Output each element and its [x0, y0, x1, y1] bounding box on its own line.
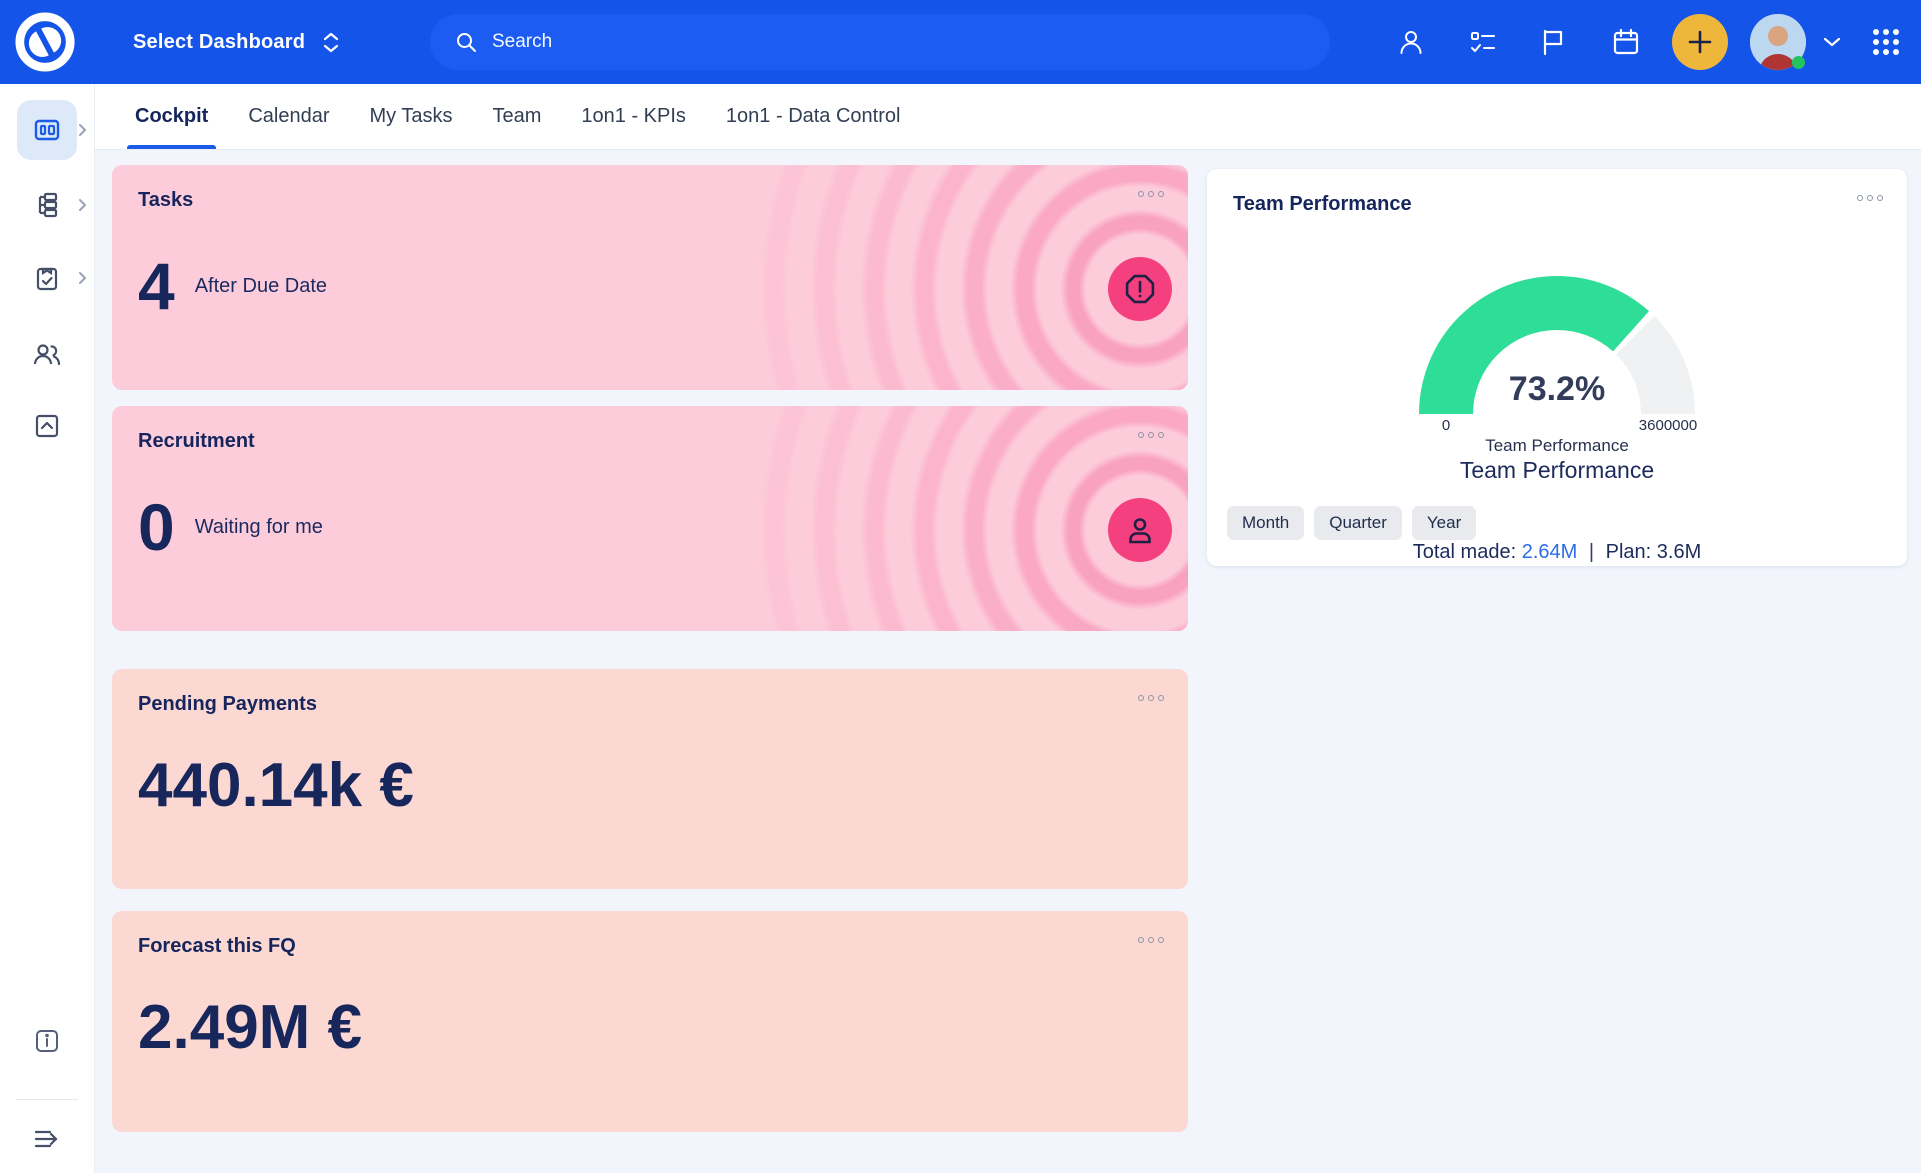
alert-octagon-icon — [1123, 272, 1157, 306]
apps-grid-icon[interactable] — [1862, 0, 1910, 84]
gauge-percent: 73.2% — [1508, 370, 1606, 408]
recruitment-card[interactable]: Recruitment 0 Waiting for me — [112, 406, 1188, 631]
expand-sidebar-icon — [32, 1127, 62, 1151]
tasks-stat: 4 After Due Date — [138, 253, 327, 319]
period-year-button[interactable]: Year — [1411, 506, 1477, 540]
search-icon — [454, 30, 478, 54]
add-button[interactable] — [1672, 14, 1728, 70]
gauge-axis-label: Team Performance — [1485, 436, 1629, 455]
tasks-count-label: After Due Date — [194, 274, 328, 297]
tab-label: 1on1 - KPIs — [581, 105, 686, 127]
tasks-checklist-icon[interactable] — [1459, 0, 1507, 84]
card-menu-button[interactable] — [1138, 191, 1164, 197]
app-logo-icon[interactable] — [14, 11, 76, 73]
recruitment-stat: 0 Waiting for me — [138, 494, 323, 560]
online-status-dot — [1792, 56, 1805, 69]
dashboard-icon — [33, 116, 61, 144]
gauge-max-label: 3600000 — [1638, 417, 1698, 434]
forecast-card[interactable]: Forecast this FQ 2.49M € — [112, 911, 1188, 1132]
person-icon — [1123, 513, 1157, 547]
sidebar-item-info[interactable] — [17, 1011, 77, 1071]
tab-calendar[interactable]: Calendar — [246, 84, 331, 149]
card-title: Pending Payments — [138, 693, 317, 715]
tab-1on1-kpis[interactable]: 1on1 - KPIs — [579, 84, 688, 149]
totals-divider: | — [1588, 541, 1595, 563]
period-toggle-group: Month Quarter Year — [1227, 506, 1477, 540]
calendar-icon[interactable] — [1602, 0, 1650, 84]
gauge-min-label: 0 — [1441, 417, 1451, 434]
period-month-button[interactable]: Month — [1227, 506, 1305, 540]
card-menu-button[interactable] — [1138, 937, 1164, 943]
card-title: Recruitment — [138, 430, 255, 452]
plan-label: Plan: — [1605, 541, 1652, 563]
tab-label: 1on1 - Data Control — [725, 105, 901, 127]
totals-line: Total made: 2.64M | Plan: 3.6M — [1207, 541, 1907, 564]
tab-team[interactable]: Team — [491, 84, 544, 149]
sidebar-chevron-dashboards[interactable] — [78, 100, 92, 160]
card-title: Team Performance — [1233, 193, 1412, 215]
sidebar-item-archive[interactable] — [17, 396, 77, 456]
tree-structure-icon — [33, 191, 61, 219]
recruitment-count-label: Waiting for me — [194, 515, 323, 538]
tab-label: My Tasks — [369, 105, 453, 127]
dashboard-content: Tasks 4 After Due Date Recruitment 0 Wai… — [95, 150, 1921, 1173]
pending-payments-card[interactable]: Pending Payments 440.14k € — [112, 669, 1188, 889]
sidebar-item-people[interactable] — [17, 324, 77, 384]
team-performance-card[interactable]: Team Performance 73.2% 0 3600000 Team Pe… — [1207, 169, 1907, 566]
sidebar-chevron-structure[interactable] — [78, 175, 92, 235]
flag-icon[interactable] — [1529, 0, 1577, 84]
pending-payments-value: 440.14k € — [138, 751, 414, 820]
card-menu-button[interactable] — [1138, 695, 1164, 701]
box-chevron-up-icon — [33, 412, 61, 440]
sidebar-expand-button[interactable] — [17, 1109, 77, 1169]
dashboard-selector-label: Select Dashboard — [133, 30, 306, 53]
performance-subtitle: Team Performance — [1459, 457, 1655, 483]
tasks-card[interactable]: Tasks 4 After Due Date — [112, 165, 1188, 390]
sidebar-chevron-checkins[interactable] — [78, 248, 92, 308]
tab-label: Calendar — [248, 105, 330, 127]
card-title: Tasks — [138, 189, 194, 211]
search-input[interactable] — [492, 31, 1272, 53]
alert-badge — [1108, 257, 1172, 321]
sidebar-divider — [16, 1099, 78, 1100]
info-icon — [34, 1028, 60, 1054]
recruitment-count: 0 — [138, 490, 175, 564]
card-menu-button[interactable] — [1138, 432, 1164, 438]
tasks-count: 4 — [138, 249, 175, 323]
search-bar[interactable] — [430, 14, 1330, 70]
card-menu-button[interactable] — [1857, 195, 1883, 201]
performance-gauge: 73.2% 0 3600000 Team Performance — [1407, 264, 1707, 459]
avatar-chevron-down-icon[interactable] — [1812, 0, 1852, 84]
sidebar-item-structure[interactable] — [17, 175, 77, 235]
dashboard-tabbar: Cockpit Calendar My Tasks Team 1on1 - KP… — [95, 84, 1921, 150]
tab-1on1-data-control[interactable]: 1on1 - Data Control — [724, 84, 903, 149]
tab-cockpit[interactable]: Cockpit — [126, 84, 217, 149]
profile-icon[interactable] — [1387, 0, 1435, 84]
sidebar — [0, 84, 95, 1173]
tab-my-tasks[interactable]: My Tasks — [368, 84, 455, 149]
clipboard-check-icon — [33, 264, 61, 292]
plan-value: 3.6M — [1656, 541, 1702, 563]
sidebar-item-checkins[interactable] — [17, 248, 77, 308]
sidebar-item-dashboards[interactable] — [17, 100, 77, 160]
card-title: Forecast this FQ — [138, 935, 296, 957]
dashboard-selector[interactable]: Select Dashboard — [133, 0, 339, 84]
tab-label: Cockpit — [135, 105, 209, 127]
tab-label: Team — [492, 105, 542, 127]
forecast-value: 2.49M € — [138, 993, 363, 1062]
selector-updown-icon — [323, 32, 339, 53]
users-icon — [32, 340, 62, 368]
period-quarter-button[interactable]: Quarter — [1314, 506, 1402, 540]
top-header: Select Dashboard — [0, 0, 1921, 84]
total-made-label: Total made: — [1412, 541, 1517, 563]
total-made-value-link[interactable]: 2.64M — [1522, 541, 1578, 563]
person-badge — [1108, 498, 1172, 562]
